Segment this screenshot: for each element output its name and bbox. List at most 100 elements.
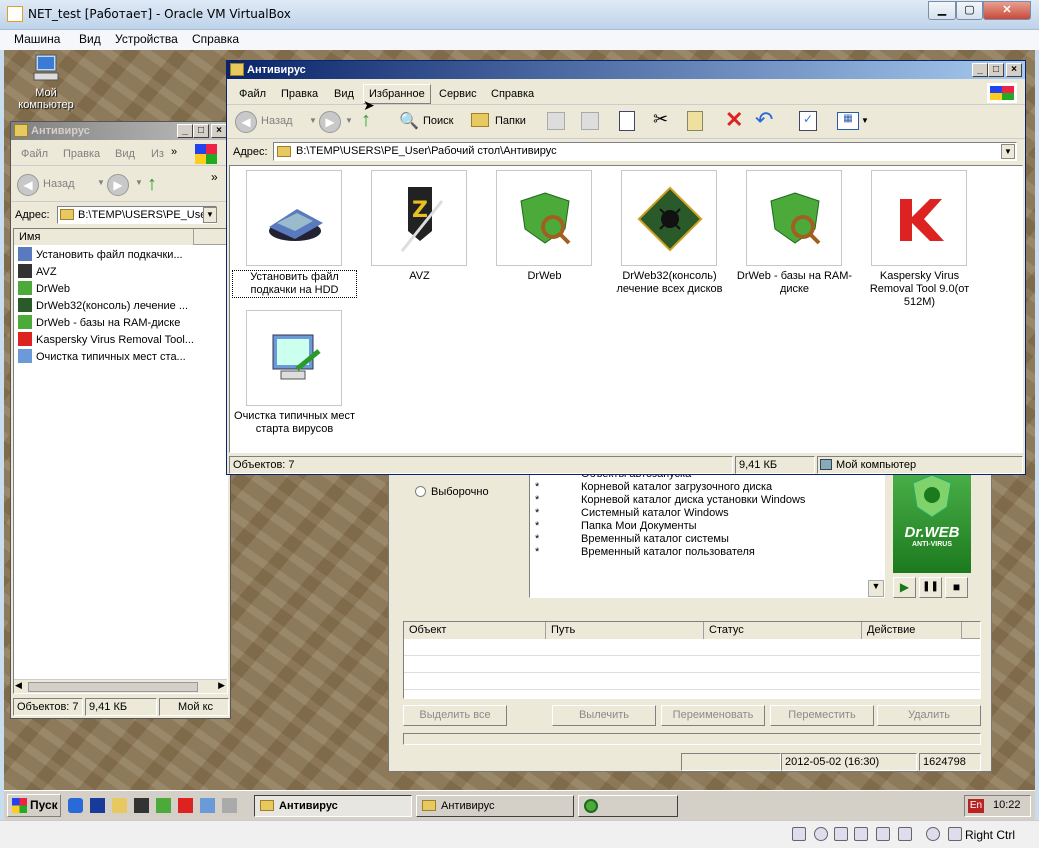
main-minimize-button[interactable]: _ xyxy=(972,63,988,77)
icon-tile[interactable] xyxy=(496,170,592,266)
folders-icon[interactable] xyxy=(471,113,489,127)
copy-icon[interactable] xyxy=(619,111,635,131)
main-maximize-button[interactable]: □ xyxy=(988,63,1004,77)
shared-folder-icon[interactable] xyxy=(876,827,890,841)
undo-icon[interactable]: ↶ xyxy=(755,107,773,133)
back-dropdown-icon[interactable]: ▼ xyxy=(309,116,317,125)
horizontal-scrollbar[interactable]: ◀ ▶ xyxy=(14,679,227,693)
icon-tile[interactable] xyxy=(871,170,967,266)
list-item[interactable]: DrWeb32(консоль) лечение ... xyxy=(18,298,196,315)
icon-label[interactable]: AVZ xyxy=(357,270,482,283)
icon-tile[interactable] xyxy=(246,310,342,406)
list-item[interactable]: Установить файл подкачки... xyxy=(18,247,196,264)
icon-tile[interactable]: Z xyxy=(371,170,467,266)
menu-file[interactable]: Файл xyxy=(239,88,266,100)
list-item[interactable]: DrWeb xyxy=(18,281,196,298)
menu-help[interactable]: Справка xyxy=(491,88,534,100)
host-maximize-button[interactable]: ▢ xyxy=(956,1,983,20)
list-item[interactable]: Kaspersky Virus Removal Tool... xyxy=(18,332,196,349)
menu-tools[interactable]: Сервис xyxy=(439,88,477,100)
forward-arrow-icon[interactable]: ▶ xyxy=(107,174,129,196)
icon-tile[interactable] xyxy=(621,170,717,266)
icon-label[interactable]: DrWeb32(консоль) лечение всех дисков xyxy=(607,270,732,296)
small-file-list[interactable]: Имя Установить файл подкачки... AVZ DrWe… xyxy=(13,228,228,694)
display-icon[interactable] xyxy=(898,827,912,841)
icon-label[interactable]: DrWeb - базы на RAM-диске xyxy=(732,270,857,296)
usb-icon[interactable] xyxy=(834,827,848,841)
forward-arrow-icon[interactable]: ▶ xyxy=(319,111,341,133)
back-dropdown-icon[interactable]: ▼ xyxy=(97,178,105,187)
menu-edit[interactable]: Правка xyxy=(281,88,318,100)
host-menu-view[interactable]: Вид xyxy=(79,32,101,46)
quicklaunch-drweb-icon[interactable] xyxy=(156,798,171,813)
hdd-icon[interactable] xyxy=(792,827,806,841)
small-menu-file[interactable]: Файл xyxy=(21,148,48,160)
delete-button[interactable]: Удалить xyxy=(877,705,981,726)
icon-label[interactable]: Kaspersky Virus Removal Tool 9.0(от 512М… xyxy=(857,270,982,309)
host-menu-help[interactable]: Справка xyxy=(192,32,239,46)
search-icon[interactable]: 🔍 xyxy=(399,111,419,131)
selective-radio[interactable] xyxy=(415,486,426,497)
play-button[interactable]: ▶ xyxy=(893,577,916,598)
quicklaunch-folder-icon[interactable] xyxy=(112,798,127,813)
views-icon[interactable]: ▦ xyxy=(837,112,859,130)
cure-button[interactable]: Вылечить xyxy=(552,705,656,726)
views-dropdown-icon[interactable]: ▼ xyxy=(861,116,869,125)
rename-button[interactable]: Переименовать xyxy=(661,705,765,726)
keyboard-capture-icon[interactable] xyxy=(948,827,962,841)
list-item[interactable]: AVZ xyxy=(18,264,196,281)
forward-dropdown-icon[interactable]: ▼ xyxy=(135,178,143,187)
list-item[interactable]: DrWeb - базы на RAM-диске xyxy=(18,315,196,332)
recording-icon[interactable] xyxy=(926,827,940,841)
quicklaunch-cleanup-icon[interactable] xyxy=(200,798,215,813)
icon-tile[interactable] xyxy=(746,170,842,266)
copy-to-icon[interactable] xyxy=(581,112,599,130)
chevron-right-icon[interactable]: » xyxy=(171,146,177,158)
small-menu-edit[interactable]: Правка xyxy=(63,148,100,160)
up-folder-icon[interactable]: ↑ xyxy=(361,109,371,132)
folders-button[interactable]: Папки xyxy=(495,115,526,127)
paste-icon[interactable] xyxy=(687,111,703,131)
icon-tile[interactable] xyxy=(246,170,342,266)
results-table[interactable]: Объект Путь Статус Действие xyxy=(403,621,981,699)
network-icon[interactable] xyxy=(854,827,868,841)
address-dropdown-icon[interactable]: ▼ xyxy=(1001,144,1015,159)
quicklaunch-kaspersky-icon[interactable] xyxy=(178,798,193,813)
small-menu-fav[interactable]: Из xyxy=(151,148,164,160)
task-antivirus[interactable]: Антивирус xyxy=(416,795,574,817)
quicklaunch-tool-icon[interactable] xyxy=(222,798,237,813)
small-minimize-button[interactable]: _ xyxy=(177,124,193,138)
my-computer-desktop-icon[interactable] xyxy=(30,53,62,83)
move-button[interactable]: Переместить xyxy=(770,705,874,726)
host-close-button[interactable]: ✕ xyxy=(983,1,1031,20)
chevron-right-icon[interactable]: » xyxy=(211,170,218,184)
search-button[interactable]: Поиск xyxy=(423,115,453,127)
properties-icon[interactable]: ✓ xyxy=(799,111,817,131)
host-menu-devices[interactable]: Устройства xyxy=(115,32,178,46)
small-menu-view[interactable]: Вид xyxy=(115,148,135,160)
icon-label[interactable]: DrWeb xyxy=(482,270,607,283)
host-minimize-button[interactable]: ▁ xyxy=(928,1,956,20)
main-address-input[interactable]: B:\TEMP\USERS\PE_User\Рабочий стол\Антив… xyxy=(273,142,1017,161)
quicklaunch-browser-icon[interactable] xyxy=(68,798,83,813)
cd-icon[interactable] xyxy=(814,827,828,841)
back-arrow-icon[interactable]: ◀ xyxy=(235,111,257,133)
col-name[interactable]: Имя xyxy=(14,229,194,245)
task-antivirus-active[interactable]: Антивирус xyxy=(254,795,412,817)
quicklaunch-avz-icon[interactable] xyxy=(134,798,149,813)
list-item[interactable]: Очистка типичных мест ста... xyxy=(18,349,196,366)
main-close-button[interactable]: × xyxy=(1006,63,1022,77)
pause-button[interactable]: ❚❚ xyxy=(919,577,942,598)
cut-icon[interactable]: ✂ xyxy=(653,109,668,130)
back-arrow-icon[interactable]: ◀ xyxy=(17,174,39,196)
icon-view[interactable]: Установить файл подкачки на HDD Z AVZ Dr… xyxy=(229,165,1023,453)
language-indicator[interactable]: En xyxy=(968,799,984,813)
host-menu-machine[interactable]: Машина xyxy=(14,32,60,46)
move-to-icon[interactable] xyxy=(547,112,565,130)
task-drweb[interactable] xyxy=(578,795,678,817)
menu-view[interactable]: Вид xyxy=(334,88,354,100)
small-address-input[interactable]: B:\TEMP\USERS\PE_User\ xyxy=(57,206,217,224)
scan-paths-list[interactable]: *Объекты автозапуска *Корневой каталог з… xyxy=(529,467,885,598)
icon-label[interactable]: Установить файл подкачки на HDD xyxy=(232,270,357,298)
col-object[interactable]: Объект xyxy=(404,622,546,639)
